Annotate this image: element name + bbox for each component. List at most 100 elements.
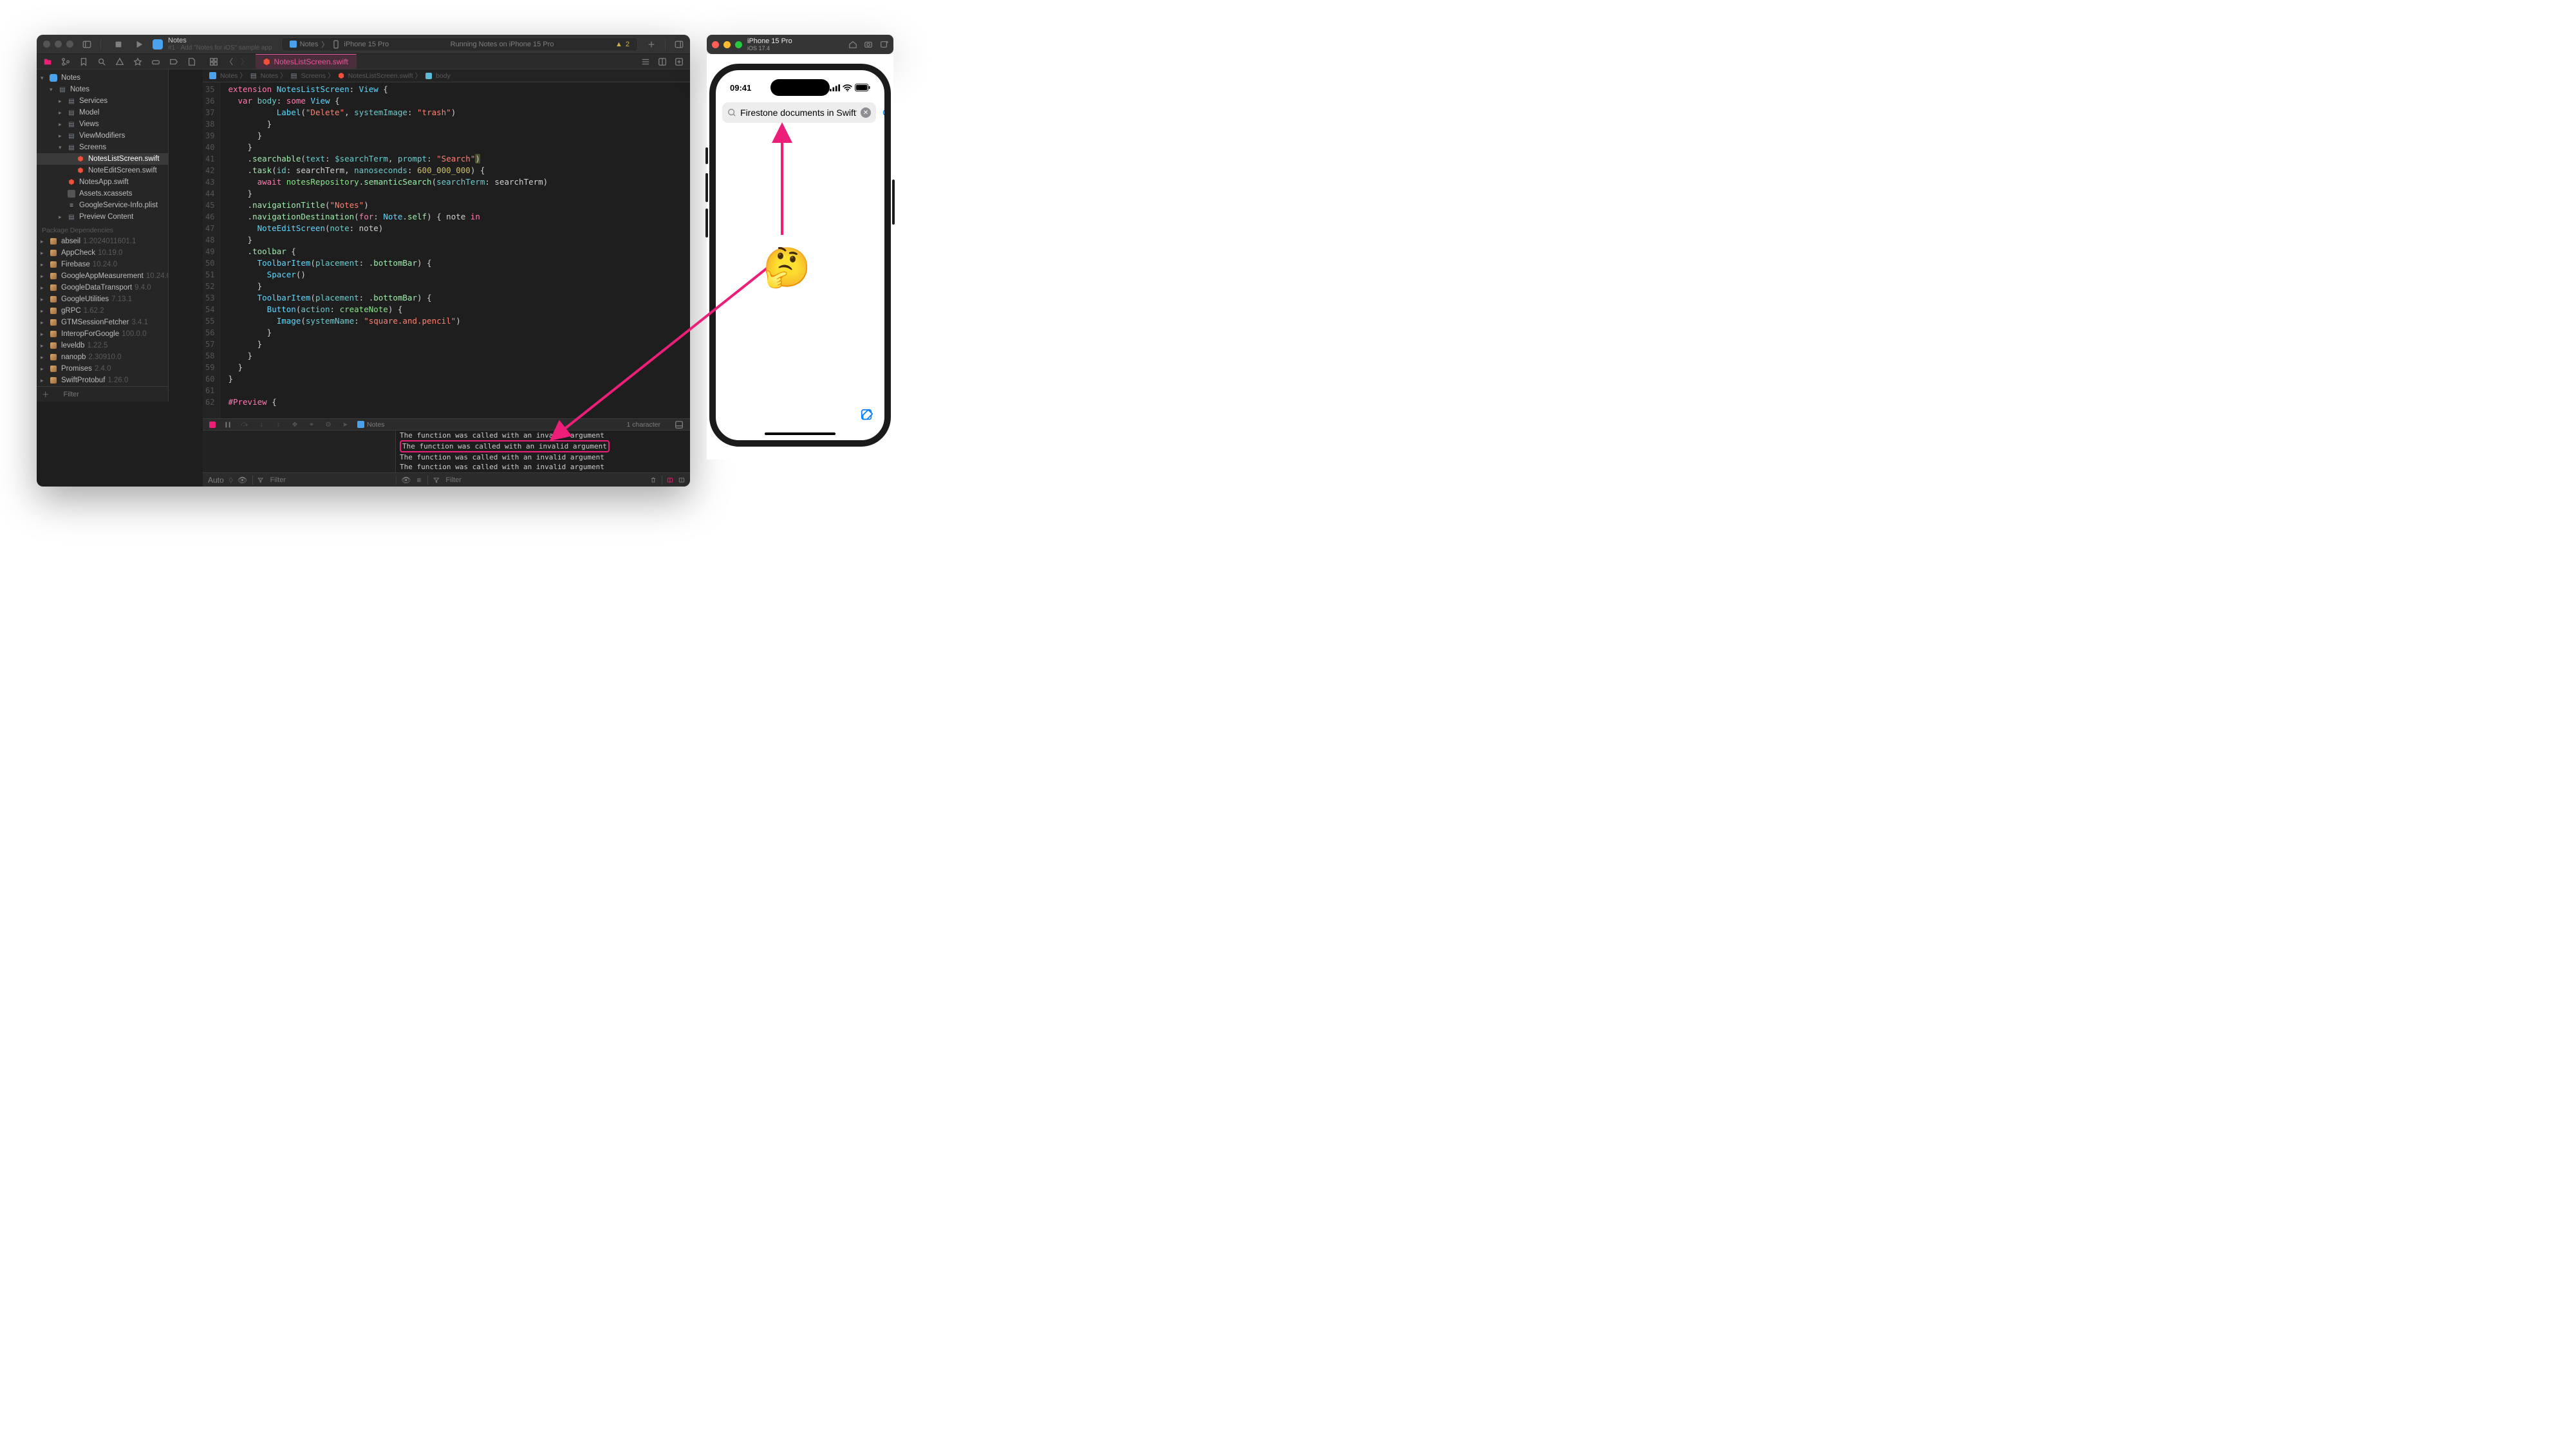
editor-options-icon[interactable] [641,57,650,66]
env-override-icon[interactable]: ⚙ [324,420,333,429]
project-tree[interactable]: ▾Notes ▾▤Notes ▸▤Services ▸▤Model ▸▤View… [37,70,168,386]
tree-row[interactable]: ▸leveldb1.22.5 [37,340,168,351]
compose-icon[interactable] [860,408,874,422]
tree-row[interactable]: ▸▤Preview Content [37,211,168,223]
tree-row[interactable]: ▸Firebase10.24.0 [37,259,168,270]
pause-icon[interactable] [223,420,232,429]
search-input[interactable] [739,107,858,118]
step-into-icon[interactable]: ↓ [257,420,266,429]
nav-toggle-icon[interactable] [82,40,91,49]
cancel-button[interactable]: Cancel [882,107,891,118]
plus-icon[interactable] [647,40,656,49]
report-nav-icon[interactable] [187,57,196,66]
navigator: ▾Notes ▾▤Notes ▸▤Services ▸▤Model ▸▤View… [37,70,169,402]
separator [665,39,666,50]
home-indicator [765,432,835,435]
tree-row[interactable]: ⬢NotesApp.swift [37,176,168,188]
find-nav-icon[interactable] [97,57,106,66]
activity-bar[interactable]: Notes 〉 iPhone 15 Pro Running Notes on i… [281,37,638,51]
tree-row[interactable]: ▸Promises2.4.0 [37,363,168,375]
back-icon[interactable]: 〈 [225,57,234,66]
tree-row[interactable]: ⬢NotesListScreen.swift [37,153,168,165]
related-items-icon[interactable] [209,57,218,66]
breakpoint-nav-icon[interactable] [169,57,178,66]
tab-active[interactable]: ⬢ NotesListScreen.swift [256,54,357,69]
inspector-toggle-icon[interactable] [675,40,684,49]
search-field[interactable]: ✕ [722,102,876,123]
tree-row[interactable]: ▸▤Services [37,95,168,107]
step-over-icon[interactable]: ⤼ [240,420,249,429]
source-control-nav-icon[interactable] [61,57,70,66]
tree-row[interactable]: ▸GoogleDataTransport9.4.0 [37,282,168,293]
navigator-filter-input[interactable] [62,390,156,399]
bookmark-nav-icon[interactable] [79,57,88,66]
forward-icon[interactable]: 〉 [240,57,249,66]
tree-row[interactable]: ▸▤Model [37,107,168,118]
xcode-window: Notes #1 · Add "Notes for iOS" sample ap… [37,35,690,487]
issue-nav-icon[interactable] [115,57,124,66]
rotate-icon[interactable] [879,40,888,49]
toggle-debug-area-icon[interactable] [675,420,684,429]
test-nav-icon[interactable] [133,57,142,66]
tree-row[interactable]: ▸abseil1.2024011601.1 [37,236,168,247]
code-area[interactable]: 3536373839404142434445464748495051525354… [203,82,690,418]
iphone-screen[interactable]: 09:41 ✕ Cancel [709,64,891,447]
stop-icon[interactable] [114,40,123,49]
tree-row[interactable]: ▾Notes [37,72,168,84]
console-pane-icon[interactable] [678,476,685,485]
tree-row[interactable]: ▸AppCheck10.19.0 [37,247,168,259]
debug-area: The function was called with an invalid … [203,430,690,472]
swift-icon: ⬢ [263,57,270,66]
tree-row[interactable]: ▸▤Views [37,118,168,130]
eye-icon[interactable]: 👁 [238,476,247,485]
screenshot-icon[interactable] [864,40,873,49]
tree-row[interactable]: ▸InteropForGoogle100.0.0 [37,328,168,340]
auto-label[interactable]: Auto [208,476,224,485]
clear-icon[interactable]: ✕ [861,107,871,118]
play-icon[interactable] [135,40,144,49]
iphone-device: 09:41 ✕ Cancel [707,64,893,447]
tree-row[interactable]: ▾▤Notes [37,84,168,95]
add-icon[interactable]: ＋ [42,390,50,399]
eye-icon[interactable]: 👁 [402,476,411,485]
line-gutter: 3536373839404142434445464748495051525354… [203,82,220,418]
console-output[interactable]: The function was called with an invalid … [396,431,690,472]
memory-graph-icon[interactable]: ⚭ [307,420,316,429]
filter-icon [433,476,440,485]
adjust-editor-icon[interactable] [658,57,667,66]
add-editor-icon[interactable] [675,57,684,66]
cellular-icon [830,84,840,91]
location-icon[interactable]: ➤ [341,420,350,429]
scheme-selector[interactable]: Notes #1 · Add "Notes for iOS" sample ap… [153,37,272,51]
side-button [892,180,895,225]
tree-row[interactable]: ≡GoogleService-Info.plist [37,200,168,211]
tree-row[interactable]: ▸GoogleUtilities7.13.1 [37,293,168,305]
tree-row[interactable]: ▸GoogleAppMeasurement10.24.0 [37,270,168,282]
tree-row[interactable]: ▸GTMSessionFetcher3.4.1 [37,317,168,328]
home-icon[interactable] [848,40,857,49]
code-text[interactable]: extension NotesListScreen: View { var bo… [220,82,690,418]
metrics-icon[interactable]: ≡ [416,476,422,485]
tree-row[interactable]: ▸▤ViewModifiers [37,130,168,142]
tree-row[interactable]: ⬢NoteEditScreen.swift [37,165,168,176]
step-out-icon[interactable]: ↑ [274,420,283,429]
traffic-lights[interactable] [43,41,73,48]
trash-icon[interactable] [650,476,657,485]
traffic-lights[interactable] [712,41,742,48]
console-filter-input[interactable] [444,476,644,485]
variables-filter-input[interactable] [269,476,391,485]
tree-row[interactable]: ▾▤Screens [37,142,168,153]
tree-row[interactable]: ▸SwiftProtobuf1.26.0 [37,375,168,386]
jump-bar[interactable]: Notes 〉 ▤ Notes 〉 ▤ Screens 〉 ⬢ NotesLis… [203,70,690,82]
debug-nav-icon[interactable] [151,57,160,66]
tree-row[interactable]: Assets.xcassets [37,188,168,200]
tree-row[interactable]: ▸nanopb2.30910.0 [37,351,168,363]
project-nav-icon[interactable] [43,57,52,66]
scheme-sub: #1 · Add "Notes for iOS" sample app [168,44,272,51]
variables-view[interactable] [203,431,396,472]
breakpoint-toggle-icon[interactable] [209,422,216,428]
tree-row[interactable]: ▸gRPC1.62.2 [37,305,168,317]
run-target: Notes [300,41,319,48]
vars-pane-icon[interactable] [667,476,673,485]
view-debug-icon[interactable]: ❖ [290,420,299,429]
